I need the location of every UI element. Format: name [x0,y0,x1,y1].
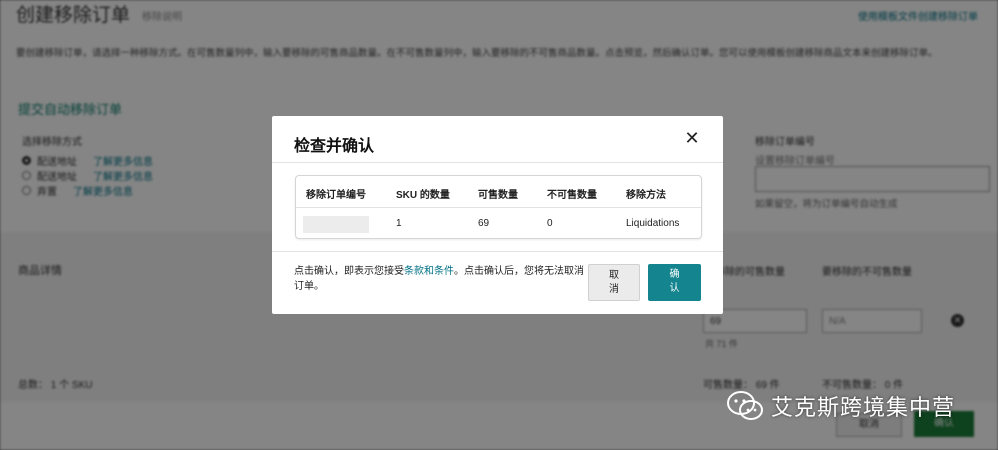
terms-note: 点击确认，即表示您接受条款和条件。点击确认后，您将无法取消订单。 [294,264,586,294]
terms-link[interactable]: 条款和条件 [404,266,454,277]
terms-note-text: 点击确认，即表示您接受 [294,266,404,277]
confirm-label: 确认 [669,269,680,294]
watermark: 艾克斯跨境集中营 [725,388,955,424]
unsellable-cell: 0 [547,218,553,229]
method-cell: Liquidations [626,218,680,229]
divider [272,251,723,252]
table-row: 1 69 0 Liquidations [296,208,701,239]
cancel-label: 取消 [609,270,619,295]
sku-count-cell: 1 [396,218,402,229]
cancel-button[interactable]: 取消 [588,264,640,301]
wechat-icon [727,391,763,420]
header-method: 移除方法 [626,190,666,201]
close-icon[interactable]: ✕ [682,128,702,148]
watermark-text: 艾克斯跨境集中营 [771,395,956,420]
sellable-cell: 69 [478,218,490,229]
divider [272,162,723,163]
header-sellable: 可售数量 [478,190,518,201]
header-order-id: 移除订单编号 [306,190,366,201]
table-header-row: 移除订单编号 SKU 的数量 可售数量 不可售数量 移除方法 [296,176,701,208]
header-unsellable: 不可售数量 [547,190,597,201]
order-id-cell [303,216,369,233]
review-confirm-dialog: 检查并确认 ✕ 移除订单编号 SKU 的数量 可售数量 不可售数量 移除方法 1… [272,116,723,314]
confirm-button[interactable]: 确认 [648,264,701,301]
dialog-title: 检查并确认 [294,138,375,155]
summary-table: 移除订单编号 SKU 的数量 可售数量 不可售数量 移除方法 1 69 0 Li… [295,175,702,239]
header-sku-count: SKU 的数量 [396,190,450,201]
